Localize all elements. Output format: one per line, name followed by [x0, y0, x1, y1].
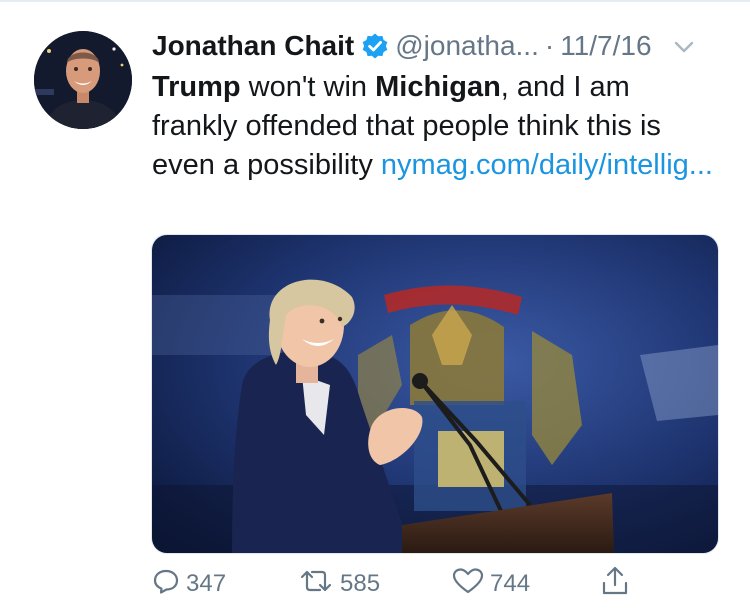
tweet-media-image[interactable]	[151, 234, 719, 554]
text-bold-michigan: Michigan	[375, 71, 501, 103]
share-button[interactable]	[600, 566, 636, 602]
tweet-text: Trump won't win Michigan, and I am frank…	[152, 68, 720, 185]
verified-badge-icon	[361, 32, 389, 60]
author-handle[interactable]: @jonatha...	[395, 30, 539, 62]
retweet-icon	[298, 567, 340, 602]
heart-icon	[452, 567, 490, 602]
avatar[interactable]	[34, 31, 132, 129]
text-bold-trump: Trump	[152, 71, 241, 103]
tweet-content: Jonathan Chait @jonatha... · 11/7/16 Tru…	[152, 26, 720, 185]
tweet-actions: 347 585 744	[152, 566, 652, 602]
tweet-header: Jonathan Chait @jonatha... · 11/7/16	[152, 26, 720, 66]
retweet-count: 585	[340, 570, 381, 597]
text-segment-1: won't win	[240, 71, 376, 103]
like-count: 744	[490, 570, 531, 597]
chevron-down-icon[interactable]	[672, 34, 696, 58]
retweet-button[interactable]: 585	[298, 566, 380, 602]
like-button[interactable]: 744	[452, 566, 530, 602]
reply-icon	[152, 567, 186, 602]
author-name[interactable]: Jonathan Chait	[152, 30, 354, 62]
top-divider	[0, 0, 750, 2]
tweet-link[interactable]: nymag.com/daily/intellig...	[381, 149, 713, 181]
avatar-image	[34, 31, 132, 129]
separator-dot: ·	[544, 30, 555, 61]
media-photo	[152, 235, 718, 553]
tweet-date[interactable]: 11/7/16	[560, 30, 651, 62]
reply-count: 347	[186, 570, 227, 597]
share-icon	[600, 565, 636, 604]
reply-button[interactable]: 347	[152, 566, 226, 602]
